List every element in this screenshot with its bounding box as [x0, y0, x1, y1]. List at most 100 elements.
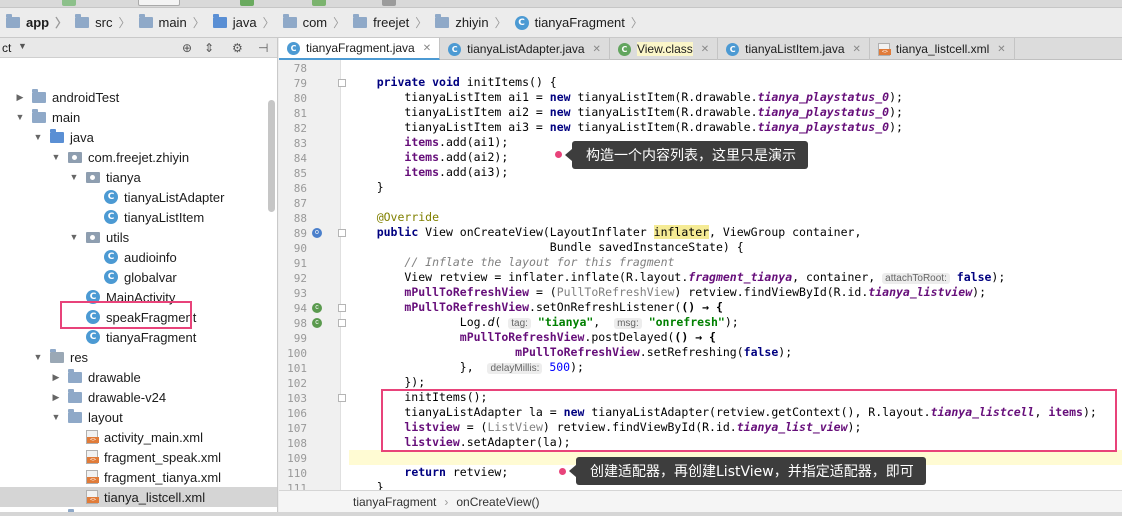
tree-item-label: res: [70, 349, 89, 365]
editor-tab[interactable]: CtianyaListItem.java ✕: [718, 38, 870, 60]
project-panel: ct ▼ ⊕ ⇕ ⚙ ⊣ ▶ androidTest ▼ main ▼ java ▼ com.…: [0, 38, 278, 516]
run-config-selector[interactable]: [138, 0, 180, 6]
close-icon[interactable]: ✕: [853, 44, 861, 55]
xml-icon: [86, 490, 99, 504]
tree-item-label: tianyaFragment: [106, 329, 197, 345]
tree-item[interactable]: ▶CtianyaListAdapter: [0, 187, 277, 207]
breadcrumb-item[interactable]: tianyaFragment: [353, 495, 436, 509]
code-line: mPullToRefreshView.setRefreshing(false);: [515, 345, 793, 359]
hide-panel-icon[interactable]: ⊣: [258, 41, 268, 55]
code-line: }, delayMillis: 500);: [349, 360, 584, 374]
tree-item-label: tianya: [106, 169, 141, 185]
breadcrumb-item[interactable]: CtianyaFragment 〉: [511, 12, 647, 34]
close-icon[interactable]: ✕: [701, 44, 709, 55]
tree-item[interactable]: ▶CtianyaListItem: [0, 207, 277, 227]
scroll-from-source-icon[interactable]: ⊕: [182, 41, 192, 55]
tab-label: tianya_listcell.xml: [895, 42, 990, 56]
tab-label: tianyaFragment.java: [306, 41, 415, 55]
editor-tab[interactable]: C View.class ✕: [610, 38, 719, 60]
scrollbar[interactable]: [268, 100, 275, 212]
code-line: });: [349, 375, 426, 389]
tree-item[interactable]: ▶fragment_tianya.xml: [0, 467, 277, 487]
editor-tab[interactable]: CtianyaListAdapter.java ✕: [440, 38, 610, 60]
sync-icon[interactable]: [312, 0, 326, 6]
override-marker-icon[interactable]: o: [312, 228, 322, 238]
close-icon[interactable]: ✕: [997, 44, 1005, 55]
tree-item[interactable]: ▼ java: [0, 127, 277, 147]
xml-icon: [86, 470, 99, 484]
breadcrumb: app 〉 src 〉 main 〉 java 〉 com 〉 freejet 〉 zhiy…: [0, 8, 1122, 38]
line-number: 88: [293, 212, 307, 225]
tree-item[interactable]: ▼ tianya: [0, 167, 277, 187]
code-line: Bundle savedInstanceState) {: [349, 240, 744, 254]
breadcrumb-item[interactable]: com 〉: [279, 12, 350, 34]
gutter: 78 79 80 81 82 83 84 85 86 87 88 89 o 90 91 92 93 94 c 98 c 9…: [279, 60, 346, 490]
lambda-marker-icon[interactable]: c: [312, 303, 322, 313]
close-icon[interactable]: ✕: [593, 44, 601, 55]
collapse-right-icon[interactable]: ▶: [50, 372, 62, 383]
tree-item[interactable]: ▶CtianyaFragment: [0, 327, 277, 347]
close-icon[interactable]: ✕: [423, 43, 431, 54]
breadcrumb-item[interactable]: java 〉: [209, 12, 279, 34]
tree-item[interactable]: ▶Caudioinfo: [0, 247, 277, 267]
code-line: tianyaListItem ai2 = new tianyaListItem(…: [349, 105, 903, 119]
expand-down-icon[interactable]: ▼: [68, 172, 80, 182]
package-icon: [68, 151, 82, 163]
expand-down-icon[interactable]: ▼: [14, 112, 26, 122]
gear-icon[interactable]: ⚙: [232, 41, 243, 55]
line-number: 111: [287, 482, 307, 490]
fold-toggle-icon[interactable]: [338, 304, 346, 312]
collapse-all-icon[interactable]: ⇕: [204, 41, 214, 55]
code-line: @Override: [376, 210, 440, 224]
chevron-down-icon[interactable]: ▼: [18, 41, 27, 51]
tree-item[interactable]: ▶Cglobalvar: [0, 267, 277, 287]
source-folder-icon: [50, 128, 64, 143]
fold-toggle-icon[interactable]: [338, 229, 346, 237]
tree-item[interactable]: ▼ res: [0, 347, 277, 367]
line-number: 90: [293, 242, 307, 255]
expand-down-icon[interactable]: ▼: [32, 132, 44, 142]
breadcrumb-item[interactable]: main 〉: [135, 12, 209, 34]
tree-item[interactable]: ▶fragment_speak.xml: [0, 447, 277, 467]
tree-item[interactable]: ▶ drawable: [0, 367, 277, 387]
folder-icon: [353, 14, 368, 28]
line-number: 89: [293, 227, 307, 240]
editor-tab[interactable]: CtianyaFragment.java ✕: [279, 38, 441, 60]
tree-item[interactable]: ▶tianya_listcell.xml: [0, 487, 277, 507]
lambda-marker-icon[interactable]: c: [312, 318, 322, 328]
breadcrumb-item[interactable]: app 〉: [2, 12, 71, 34]
expand-down-icon[interactable]: ▼: [32, 352, 44, 362]
fold-toggle-icon[interactable]: [338, 79, 346, 87]
breadcrumb-item[interactable]: freejet 〉: [349, 12, 431, 34]
debug-icon[interactable]: [240, 0, 254, 6]
tree-item[interactable]: ▶activity_main.xml: [0, 427, 277, 447]
status-bar: [0, 512, 1122, 516]
collapse-right-icon[interactable]: ▶: [14, 92, 26, 103]
fold-toggle-icon[interactable]: [338, 319, 346, 327]
fold-toggle-icon[interactable]: [338, 394, 346, 402]
code-editor[interactable]: 78 79 80 81 82 83 84 85 86 87 88 89 o 90 91 92 93 94 c 98 c 9…: [279, 60, 1122, 490]
project-view-selector[interactable]: ct: [2, 41, 11, 55]
expand-down-icon[interactable]: ▼: [50, 152, 62, 162]
project-panel-header: ct ▼ ⊕ ⇕ ⚙ ⊣: [0, 38, 277, 58]
tree-item[interactable]: ▼ com.freejet.zhiyin: [0, 147, 277, 167]
breadcrumb-item[interactable]: zhiyin 〉: [431, 12, 510, 34]
tree-item[interactable]: ▼ layout: [0, 407, 277, 427]
class-file-icon: C: [617, 42, 631, 56]
tree-item-label: globalvar: [124, 269, 177, 285]
tree-item[interactable]: ▼ main: [0, 107, 277, 127]
sdk-manager-icon[interactable]: [382, 0, 396, 6]
editor-tab[interactable]: tianya_listcell.xml ✕: [870, 38, 1015, 60]
run-icon[interactable]: [62, 0, 76, 6]
breadcrumb-item[interactable]: onCreateView(): [456, 495, 539, 509]
collapse-right-icon[interactable]: ▶: [50, 392, 62, 403]
expand-down-icon[interactable]: ▼: [68, 232, 80, 242]
line-number: 93: [293, 287, 307, 300]
tree-item[interactable]: ▼ utils: [0, 227, 277, 247]
line-number: 78: [293, 62, 307, 75]
tree-item[interactable]: ▶ drawable-v24: [0, 387, 277, 407]
tree-item[interactable]: ▶ androidTest: [0, 87, 277, 107]
breadcrumb-item[interactable]: src 〉: [71, 12, 134, 34]
expand-down-icon[interactable]: ▼: [50, 412, 62, 422]
tree-item-label: tianya_listcell.xml: [104, 489, 206, 505]
